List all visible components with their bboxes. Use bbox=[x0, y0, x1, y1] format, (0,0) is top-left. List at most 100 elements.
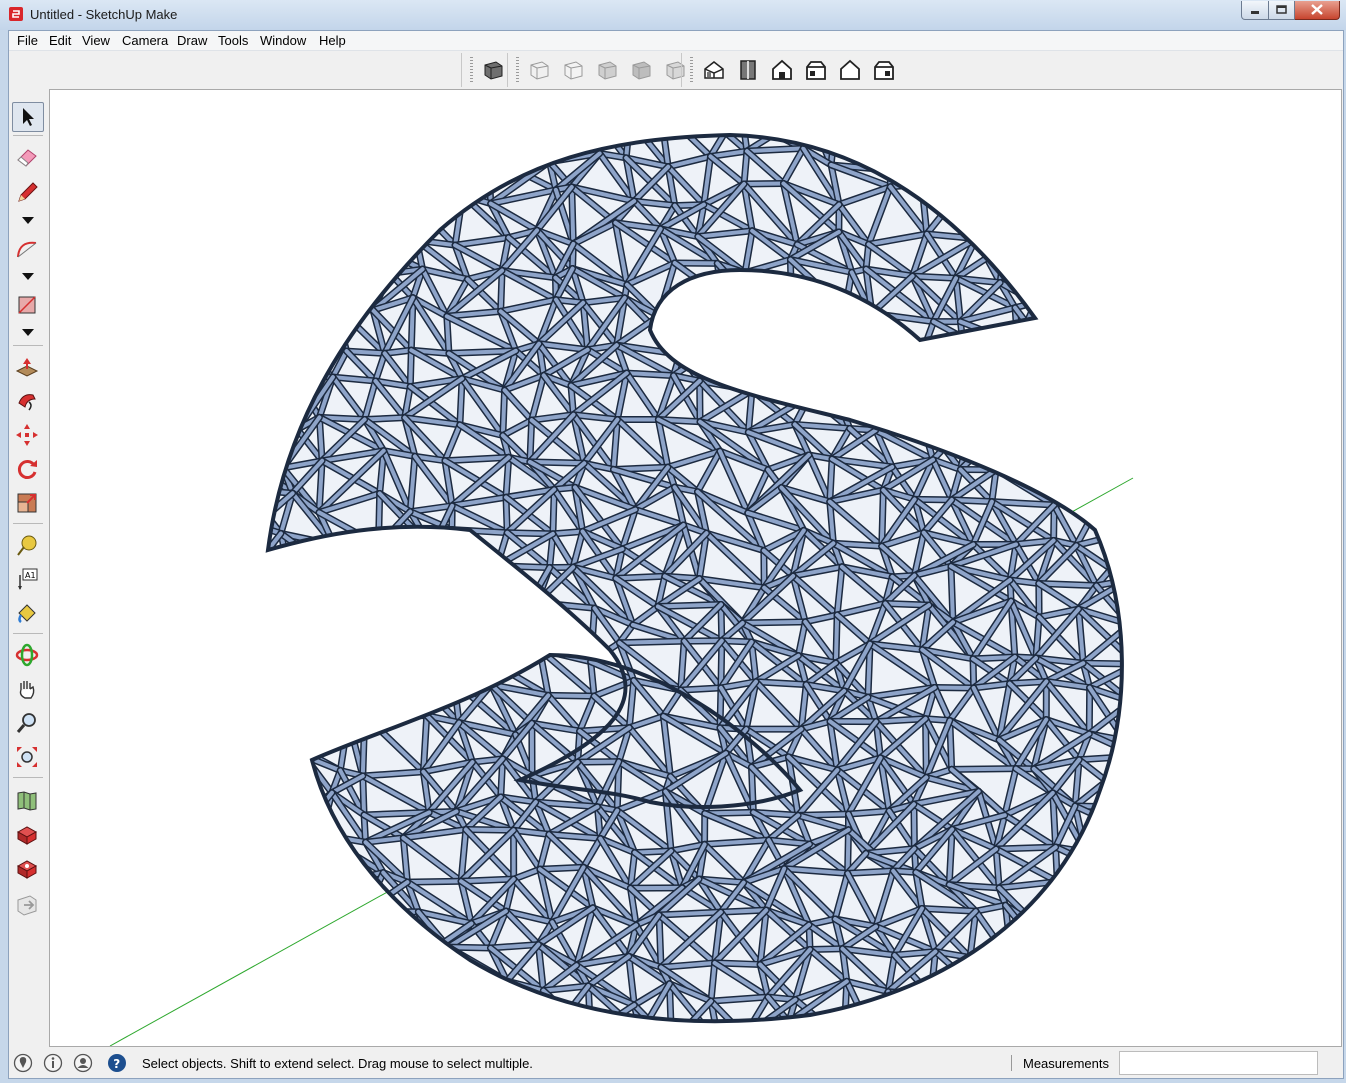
orbit-tool-button[interactable] bbox=[12, 641, 42, 669]
push-pull-tool-button[interactable] bbox=[12, 353, 42, 381]
select-arrow-icon bbox=[23, 108, 34, 126]
left-toolbar: A1 bbox=[9, 93, 47, 965]
follow-me-icon bbox=[18, 394, 36, 411]
arc-icon bbox=[17, 241, 37, 258]
follow-me-tool-button[interactable] bbox=[12, 387, 42, 415]
menu-help[interactable]: Help bbox=[319, 33, 346, 48]
arc-tool-button[interactable] bbox=[12, 235, 42, 263]
text-tool-button[interactable]: A1 bbox=[12, 565, 42, 593]
front-view-button[interactable] bbox=[767, 55, 797, 85]
hidden-line-icon bbox=[564, 61, 583, 80]
select-tool-button[interactable] bbox=[12, 102, 44, 132]
menu-view[interactable]: View bbox=[82, 33, 110, 48]
measurements-input[interactable] bbox=[1119, 1051, 1318, 1075]
move-icon bbox=[16, 424, 38, 446]
toolbar-grip[interactable] bbox=[516, 57, 519, 83]
zoom-tool-button[interactable] bbox=[12, 709, 42, 737]
zoom-icon bbox=[16, 713, 36, 733]
app-client-area: File Edit View Camera Draw Tools Window … bbox=[8, 30, 1344, 1079]
x-ray-icon bbox=[484, 61, 503, 80]
measurements-separator bbox=[1011, 1055, 1012, 1071]
orbit-icon bbox=[15, 643, 39, 667]
styles-toolbar bbox=[461, 53, 513, 87]
left-view-button[interactable] bbox=[869, 55, 899, 85]
help-icon[interactable]: ? bbox=[107, 1053, 127, 1073]
rotate-tool-button[interactable] bbox=[12, 455, 42, 483]
maximize-button[interactable] bbox=[1269, 1, 1295, 20]
svg-text:A1: A1 bbox=[25, 571, 36, 580]
credits-icon[interactable] bbox=[43, 1053, 63, 1073]
iso-view-icon bbox=[704, 61, 724, 79]
shaded-icon bbox=[598, 61, 617, 80]
push-pull-icon bbox=[15, 358, 39, 377]
dropdown-arrow-icon[interactable] bbox=[22, 273, 34, 281]
send-to-layout-tool-button[interactable] bbox=[12, 891, 42, 919]
scale-tool-button[interactable] bbox=[12, 489, 42, 517]
pencil-tool-button[interactable] bbox=[12, 179, 42, 207]
text-icon: A1 bbox=[18, 568, 38, 590]
pan-tool-button[interactable] bbox=[12, 675, 42, 703]
toolbar-separator bbox=[13, 523, 43, 524]
3d-warehouse-tool-button[interactable] bbox=[12, 821, 42, 849]
model-scene[interactable] bbox=[50, 90, 1341, 1046]
right-view-button[interactable] bbox=[801, 55, 831, 85]
x-ray-button[interactable] bbox=[479, 55, 509, 85]
measurements-label: Measurements bbox=[1023, 1056, 1109, 1071]
shaded-button[interactable] bbox=[593, 55, 623, 85]
paint-bucket-tool-button[interactable] bbox=[12, 599, 42, 627]
eraser-tool-button[interactable] bbox=[12, 143, 42, 171]
rotate-icon bbox=[17, 460, 37, 479]
tape-measure-tool-button[interactable] bbox=[12, 531, 42, 559]
iso-view-button[interactable] bbox=[699, 55, 729, 85]
minimize-icon bbox=[1251, 11, 1259, 14]
zoom-extents-tool-button[interactable] bbox=[12, 743, 42, 771]
close-icon bbox=[1311, 4, 1323, 15]
top-toolbar-area bbox=[9, 51, 1343, 89]
top-view-button[interactable] bbox=[733, 55, 763, 85]
paint-bucket-icon bbox=[18, 604, 36, 624]
window-title: Untitled - SketchUp Make bbox=[30, 7, 178, 22]
rectangle-tool-button[interactable] bbox=[12, 291, 42, 319]
toolbar-grip[interactable] bbox=[470, 57, 473, 83]
status-message: Select objects. Shift to extend select. … bbox=[142, 1056, 533, 1071]
title-bar: Untitled - SketchUp Make bbox=[0, 0, 1346, 30]
dropdown-arrow-icon[interactable] bbox=[22, 329, 34, 337]
s-lattice-model[interactable] bbox=[241, 108, 1147, 1044]
model-viewport[interactable] bbox=[49, 89, 1342, 1047]
toolbar-separator bbox=[13, 345, 43, 346]
menu-window[interactable]: Window bbox=[260, 33, 306, 48]
shaded-textures-button[interactable] bbox=[627, 55, 657, 85]
svg-text:?: ? bbox=[113, 1057, 120, 1071]
pencil-icon bbox=[18, 182, 38, 202]
maximize-icon bbox=[1276, 5, 1287, 14]
menu-edit[interactable]: Edit bbox=[49, 33, 71, 48]
dropdown-arrow-icon[interactable] bbox=[22, 217, 34, 225]
extension-warehouse-icon bbox=[16, 860, 38, 879]
geo-location-icon[interactable] bbox=[13, 1053, 33, 1073]
zoom-extents-icon bbox=[17, 747, 37, 767]
move-tool-button[interactable] bbox=[12, 421, 42, 449]
sketchup-logo-icon[interactable] bbox=[9, 7, 23, 21]
menu-camera[interactable]: Camera bbox=[122, 33, 168, 48]
minimize-button[interactable] bbox=[1241, 1, 1269, 20]
user-icon[interactable] bbox=[73, 1053, 93, 1073]
extension-warehouse-tool-button[interactable] bbox=[12, 855, 42, 883]
add-location-icon bbox=[17, 791, 37, 811]
pan-icon bbox=[19, 681, 35, 699]
toolbar-grip[interactable] bbox=[690, 57, 693, 83]
face-style-toolbar bbox=[507, 53, 695, 87]
menu-file[interactable]: File bbox=[17, 33, 38, 48]
menu-bar: File Edit View Camera Draw Tools Window … bbox=[9, 31, 1343, 51]
menu-draw[interactable]: Draw bbox=[177, 33, 207, 48]
toolbar-separator bbox=[13, 633, 43, 634]
menu-tools[interactable]: Tools bbox=[218, 33, 248, 48]
add-location-tool-button[interactable] bbox=[12, 787, 42, 815]
back-view-button[interactable] bbox=[835, 55, 865, 85]
hidden-line-button[interactable] bbox=[559, 55, 589, 85]
send-to-layout-icon bbox=[17, 895, 37, 916]
wireframe-button[interactable] bbox=[525, 55, 555, 85]
close-button[interactable] bbox=[1295, 1, 1340, 20]
back-view-icon bbox=[840, 59, 860, 80]
left-view-icon bbox=[874, 61, 894, 80]
3d-warehouse-icon bbox=[16, 826, 38, 845]
